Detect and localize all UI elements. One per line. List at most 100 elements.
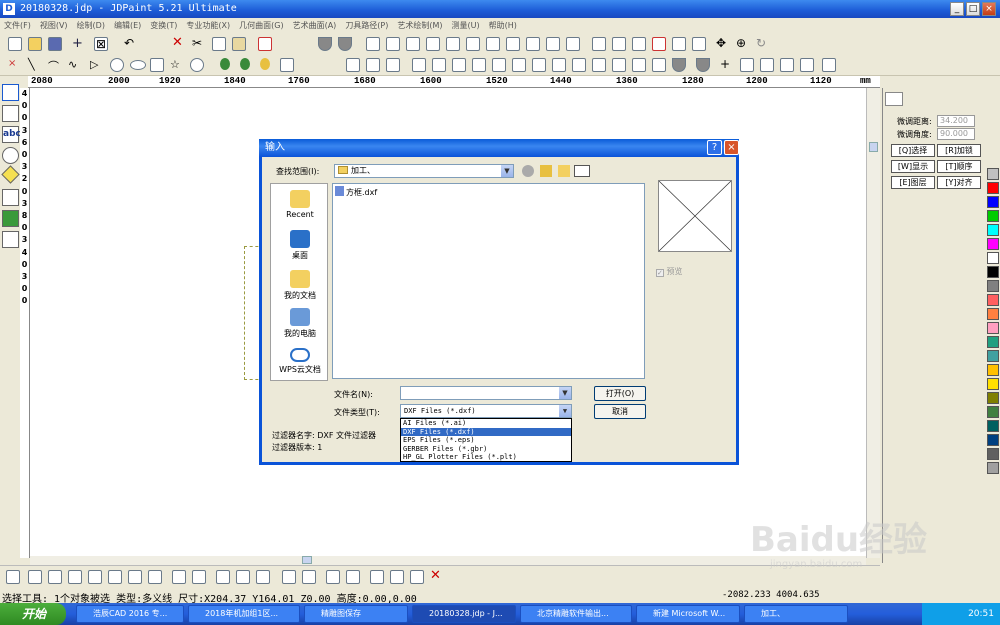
dialog-title-bar[interactable]: 输入 ? × <box>259 139 739 157</box>
menu-transform[interactable]: 变换(T) <box>150 20 177 31</box>
menu-file[interactable]: 文件(F) <box>4 20 31 31</box>
curve-tool-icon[interactable] <box>466 37 480 51</box>
color-swatch[interactable] <box>987 266 999 278</box>
snap-icon[interactable] <box>256 570 270 584</box>
align-icon[interactable] <box>512 58 526 72</box>
delete-icon[interactable]: ✕ <box>172 36 186 51</box>
snap-icon[interactable] <box>370 570 384 584</box>
cancel-snap-icon[interactable]: ✕ <box>430 569 444 584</box>
edit-icon[interactable] <box>780 58 794 72</box>
curve-tool-icon[interactable] <box>446 37 460 51</box>
add-node-icon[interactable]: + <box>720 58 734 72</box>
place-wps-cloud[interactable]: WPS云文档 <box>271 348 329 375</box>
color-swatch[interactable] <box>987 378 999 390</box>
back-icon[interactable] <box>522 165 534 177</box>
shield-icon[interactable] <box>672 58 686 72</box>
menu-art-surface[interactable]: 艺术曲面(A) <box>293 20 337 31</box>
new-file-icon[interactable] <box>8 37 22 51</box>
filetype-select[interactable]: DXF Files (*.dxf) ▼ <box>400 404 572 418</box>
task-button[interactable]: 新建 Microsoft W... <box>636 605 740 623</box>
place-desktop[interactable]: 桌面 <box>271 230 329 261</box>
color-swatch[interactable] <box>987 210 999 222</box>
align-icon[interactable] <box>412 58 426 72</box>
point-icon[interactable]: × <box>8 58 22 72</box>
text-tool-icon[interactable]: abc <box>2 126 21 143</box>
place-recent[interactable]: Recent <box>271 190 329 219</box>
color-swatch[interactable] <box>987 252 999 264</box>
up-folder-icon[interactable] <box>540 165 552 177</box>
snap-icon[interactable] <box>68 570 82 584</box>
color-swatch[interactable] <box>987 364 999 376</box>
filetype-option[interactable]: AI Files (*.ai) <box>401 419 571 428</box>
snap-icon[interactable] <box>390 570 404 584</box>
bucket-tool-icon[interactable] <box>2 210 19 227</box>
chevron-down-icon[interactable]: ▼ <box>559 387 571 399</box>
color-swatch[interactable] <box>987 350 999 362</box>
color-swatch[interactable] <box>987 392 999 404</box>
scroll-thumb[interactable] <box>302 556 312 564</box>
help-button[interactable]: ? <box>707 140 722 155</box>
pen-tool-icon[interactable] <box>2 189 19 206</box>
bulb-icon[interactable] <box>260 58 270 70</box>
place-my-computer[interactable]: 我的电脑 <box>271 308 329 339</box>
place-my-documents[interactable]: 我的文档 <box>271 270 329 301</box>
file-list[interactable]: 方框.dxf <box>332 183 645 379</box>
circle-icon[interactable] <box>110 58 124 72</box>
refresh-icon[interactable]: ↻ <box>756 37 770 51</box>
align-icon[interactable] <box>612 58 626 72</box>
zoom-icon[interactable] <box>652 37 666 51</box>
measure-tool-icon[interactable] <box>2 231 19 248</box>
snap-icon[interactable] <box>302 570 316 584</box>
select-button[interactable]: [Q]选择 <box>891 144 935 157</box>
curve-tool-icon[interactable] <box>546 37 560 51</box>
curve-tool-icon[interactable] <box>406 37 420 51</box>
close-button[interactable]: × <box>982 2 996 16</box>
star-icon[interactable]: ☆ <box>170 58 184 72</box>
panel-tab-icon[interactable] <box>885 92 903 106</box>
lock-button[interactable]: [R]加锁 <box>937 144 981 157</box>
tool-icon[interactable] <box>366 58 380 72</box>
align-icon[interactable] <box>652 58 666 72</box>
rectangle-icon[interactable] <box>150 58 164 72</box>
new-folder-icon[interactable] <box>558 165 570 177</box>
filetype-option[interactable]: DXF Files (*.dxf) <box>401 427 571 437</box>
edit-icon[interactable] <box>822 58 836 72</box>
pan-icon[interactable]: ✥ <box>716 37 730 51</box>
snap-icon[interactable] <box>48 570 62 584</box>
curve-tool-icon[interactable] <box>486 37 500 51</box>
color-swatch[interactable] <box>987 434 999 446</box>
chevron-down-icon[interactable]: ▼ <box>559 405 571 417</box>
snap-icon[interactable] <box>410 570 424 584</box>
color-swatch[interactable] <box>987 322 999 334</box>
filename-input[interactable]: ▼ <box>400 386 572 400</box>
color-swatch[interactable] <box>987 280 999 292</box>
node-edit-icon[interactable] <box>2 105 19 122</box>
snap-icon[interactable] <box>148 570 162 584</box>
task-button[interactable]: 北京精雕软件输出... <box>520 605 632 623</box>
snap-icon[interactable] <box>192 570 206 584</box>
snap-icon[interactable] <box>28 570 42 584</box>
show-button[interactable]: [W]显示 <box>891 160 935 173</box>
menu-measure[interactable]: 测量(U) <box>452 20 480 31</box>
menu-geom-surface[interactable]: 几何曲面(G) <box>239 20 283 31</box>
task-button[interactable]: 精雕图保存 <box>304 605 408 623</box>
angle-input[interactable]: 90.000 <box>937 128 975 140</box>
menu-art-draw[interactable]: 艺术绘制(M) <box>397 20 442 31</box>
menu-toolpath[interactable]: 刀具路径(P) <box>345 20 388 31</box>
align-icon[interactable] <box>552 58 566 72</box>
menu-view[interactable]: 视图(V) <box>40 20 68 31</box>
look-in-combo[interactable]: 加工、 ▼ <box>334 164 514 178</box>
menu-edit[interactable]: 编辑(E) <box>114 20 141 31</box>
snap-icon[interactable] <box>282 570 296 584</box>
menu-help[interactable]: 帮助(H) <box>489 20 517 31</box>
open-button[interactable]: 打开(O) <box>594 386 646 401</box>
cancel-button[interactable]: 取消 <box>594 404 646 419</box>
align-icon[interactable] <box>592 58 606 72</box>
edit-icon[interactable] <box>740 58 754 72</box>
align-icon[interactable] <box>472 58 486 72</box>
zoom-icon[interactable] <box>672 37 686 51</box>
snap-icon[interactable] <box>236 570 250 584</box>
dialog-close-button[interactable]: × <box>724 140 739 155</box>
preview-checkbox[interactable]: ✓ 预览 <box>656 266 683 277</box>
line-icon[interactable]: ╲ <box>28 58 42 72</box>
